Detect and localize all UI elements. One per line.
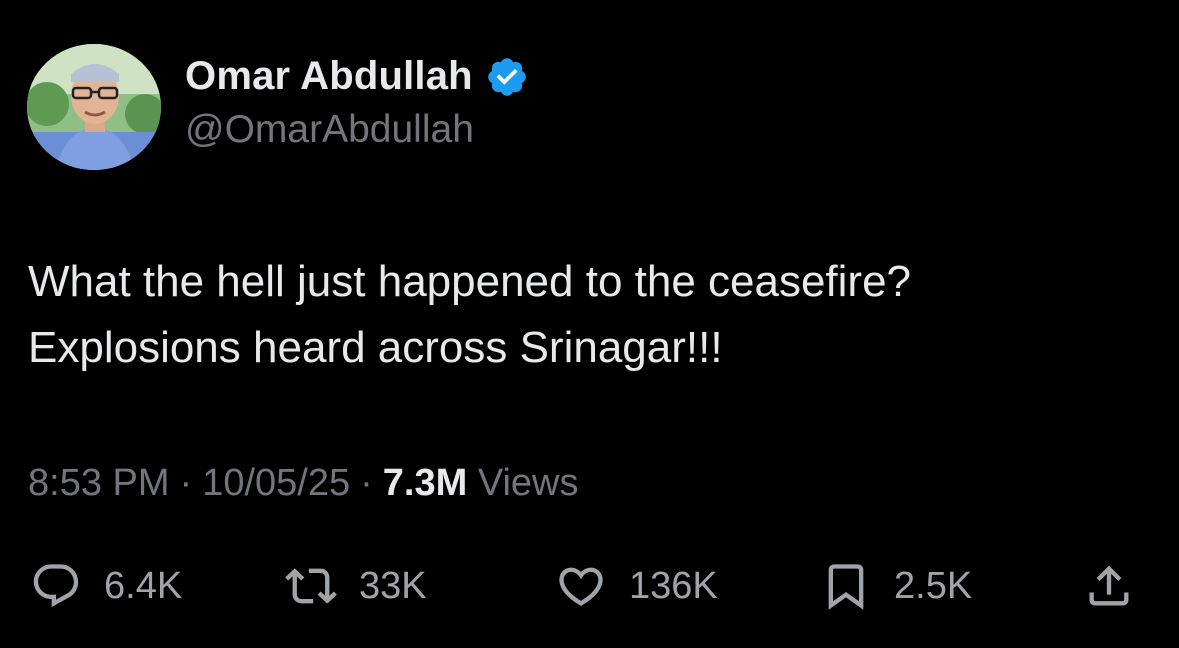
action-bar: 6.4K 33K 136K 2.5K [0,553,1179,623]
meta-separator: · [360,462,373,504]
tweet-text-line: What the hell just happened to the cease… [28,257,912,306]
views-count[interactable]: 7.3M [383,462,467,504]
reply-button[interactable]: 6.4K [30,553,182,619]
like-count: 136K [629,564,718,607]
retweet-button[interactable]: 33K [285,553,427,619]
views-label: Views [477,462,579,504]
verified-badge-icon [488,57,526,96]
reply-count: 6.4K [104,564,183,607]
reply-icon [33,564,79,608]
bookmark-count: 2.5K [894,564,973,607]
tweet-text: What the hell just happened to the cease… [28,249,1148,381]
author-handle[interactable]: @OmarAbdullah [185,108,474,152]
heart-icon [559,567,603,606]
retweet-count: 33K [359,564,427,607]
meta-separator: · [179,462,193,504]
like-button[interactable]: 136K [555,553,718,619]
share-icon [1089,565,1129,606]
tweet-meta: 8:53 PM · 10/05/25 · 7.3M Views [28,462,579,505]
tweet-date[interactable]: 10/05/25 [202,462,350,504]
author-avatar[interactable] [27,44,161,170]
tweet-card: Omar Abdullah @OmarAbdullah What the hel… [0,0,1179,648]
tweet-time[interactable]: 8:53 PM [28,462,170,504]
retweet-icon [285,568,337,604]
avatar-photo [27,44,161,170]
author-name-row: Omar Abdullah [185,54,529,99]
author-display-name[interactable]: Omar Abdullah [185,54,473,99]
tweet-text-line: Explosions heard across Srinagar!!! [28,323,723,372]
bookmark-icon [828,564,864,610]
bookmark-button[interactable]: 2.5K [820,553,972,619]
share-button[interactable] [1083,553,1135,619]
